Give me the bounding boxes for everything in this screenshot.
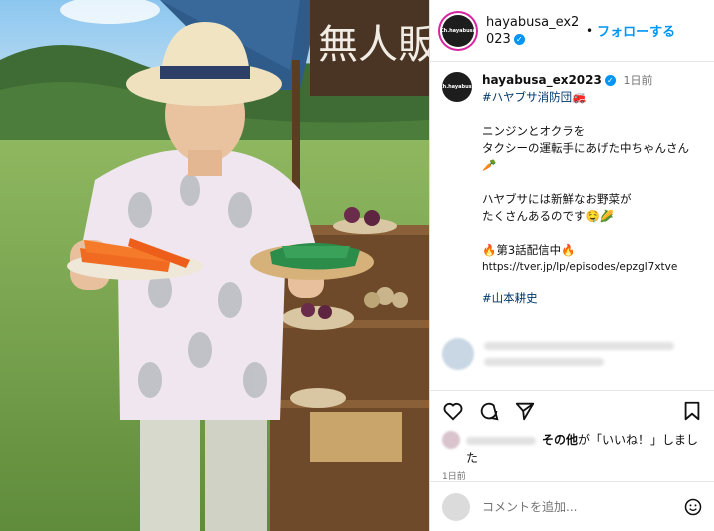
comment-input[interactable]: コメントを追加... (482, 498, 683, 515)
send-icon[interactable] (514, 400, 536, 422)
comment-icon[interactable] (478, 400, 500, 422)
hashtag-yamamoto[interactable]: #山本耕史 (482, 290, 702, 307)
heart-icon[interactable] (442, 400, 464, 422)
blurred-line (484, 358, 604, 366)
caption-username[interactable]: hayabusa_ex2023 (482, 73, 602, 87)
liker-avatar (442, 431, 460, 449)
blurred-line (484, 342, 674, 350)
photo-illustration: 無人販 (0, 0, 429, 531)
likes-summary: その他が「いいね！」しました (442, 431, 703, 467)
profile-avatar[interactable]: Ch.hayabusa (439, 14, 477, 47)
stand-sign: 無人販 (318, 22, 429, 68)
header-username-text[interactable]: hayabusa_ex2023 (486, 15, 579, 47)
blurred-avatar (442, 338, 474, 370)
bookmark-icon[interactable] (681, 400, 703, 422)
caption-text: hayabusa_ex2023 ✓ 1日前 #ハヤブサ消防団🚒 ニンジンとオクラを… (482, 72, 702, 307)
avatar-logo-text: Ch.hayabusa (439, 27, 477, 34)
follow-button[interactable]: フォローする (597, 21, 675, 40)
instagram-post: 無人販 Ch.hayabusa hayabusa_ex2023 ✓ • フォロー… (0, 0, 714, 531)
caption-link[interactable]: https://tver.jp/lp/episodes/epzgl7xtve (482, 259, 702, 276)
comment-box: コメントを追加... (430, 481, 714, 531)
caption-paragraph-3: 🔥第3話配信中🔥 (482, 243, 576, 257)
hashtag-hayabusa[interactable]: #ハヤブサ消防団🚒 (482, 89, 702, 106)
likes-others-link[interactable]: その他 (542, 433, 578, 447)
caption-paragraph-1: ニンジンとオクラを タクシーの運転手にあげた中ちゃんさん🥕 (482, 124, 689, 172)
caption-avatar-logo-text: Ch.hayabusa (438, 84, 476, 90)
blurred-comment (442, 334, 702, 378)
caption-time[interactable]: 1日前 (624, 74, 653, 87)
post-sidebar: Ch.hayabusa hayabusa_ex2023 ✓ • フォローする Ch… (429, 0, 714, 531)
blurred-liker-name (466, 436, 536, 445)
header-username[interactable]: hayabusa_ex2023 ✓ (486, 14, 582, 48)
caption-avatar[interactable]: Ch.hayabusa (438, 72, 476, 102)
post-header: Ch.hayabusa hayabusa_ex2023 ✓ • フォローする (430, 0, 714, 62)
caption-verified-icon: ✓ (604, 75, 616, 86)
action-bar: その他が「いいね！」しました 1日前 (430, 390, 714, 482)
user-avatar (442, 492, 470, 521)
separator-dot: • (586, 23, 594, 38)
post-photo[interactable]: 無人販 (0, 0, 429, 531)
caption-block: Ch.hayabusa hayabusa_ex2023 ✓ 1日前 #ハヤブサ消防… (430, 62, 714, 307)
emoji-icon[interactable] (683, 497, 703, 517)
caption-paragraph-2: ハヤブサには新鮮なお野菜が たくさんあるのです🤤🌽 (482, 192, 632, 223)
verified-badge-icon: ✓ (513, 33, 525, 45)
